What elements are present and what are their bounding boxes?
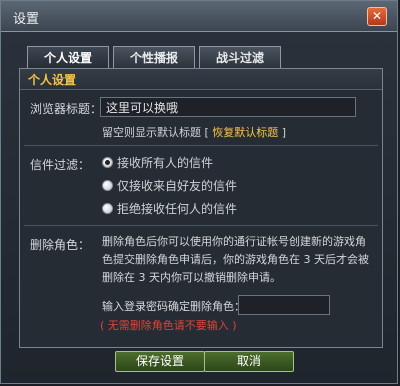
radio-accept-all[interactable]: 接收所有人的信件 [102,154,213,170]
hint-prefix: 留空则显示默认标题 [ [102,126,209,139]
settings-window: 设置 ✕ 个人设置 个性播报 战斗过滤 个人设置 浏览器标题： 留空则显示默认标… [0,0,398,384]
save-settings-button[interactable]: 保存设置 [115,351,205,372]
hint-suffix: ] [281,126,287,139]
mail-filter-label: 信件过滤： [30,158,91,172]
browser-title-label: 浏览器标题： [30,102,103,116]
radio-friends-only[interactable]: 仅接收来自好友的信件 [102,177,237,193]
close-icon: ✕ [371,9,383,23]
close-button[interactable]: ✕ [367,7,387,26]
radio-label: 接收所有人的信件 [117,155,214,170]
delete-password-input[interactable] [238,295,330,315]
tab-personal-settings[interactable]: 个人设置 [27,46,109,68]
radio-icon [102,156,113,168]
settings-panel: 个人设置 浏览器标题： 留空则显示默认标题 [ 恢复默认标题 ] 信件过滤： 接… [19,68,383,348]
divider [24,145,378,146]
section-header: 个人设置 [20,69,382,90]
password-label: 输入登录密码确定删除角色： [102,300,245,313]
window-title: 设置 [13,12,40,27]
restore-default-title-link[interactable]: 恢复默认标题 [212,126,278,139]
delete-warning: ( 无需删除角色请不要输入 ) [100,319,237,332]
section-title: 个人设置 [28,73,77,87]
tab-personal-broadcast[interactable]: 个性播报 [113,46,195,68]
delete-role-description: 删除角色后你可以使用你的通行证帐号创建新的游戏角色提交删除角色申请后，你的游戏角… [102,235,369,284]
cancel-button[interactable]: 取消 [204,351,294,372]
title-bar[interactable]: 设置 ✕ [1,1,397,32]
browser-title-input[interactable] [100,97,356,117]
radio-reject-all[interactable]: 拒绝接收任何人的信件 [102,200,237,216]
radio-label: 拒绝接收任何人的信件 [117,201,238,216]
radio-label: 仅接收来自好友的信件 [117,178,238,193]
tab-battle-filter[interactable]: 战斗过滤 [199,46,281,68]
browser-title-hint: 留空则显示默认标题 [ 恢复默认标题 ] [102,124,286,140]
radio-icon [102,179,113,191]
radio-icon [102,202,113,214]
delete-role-label: 删除角色： [30,238,91,252]
divider [24,225,378,226]
